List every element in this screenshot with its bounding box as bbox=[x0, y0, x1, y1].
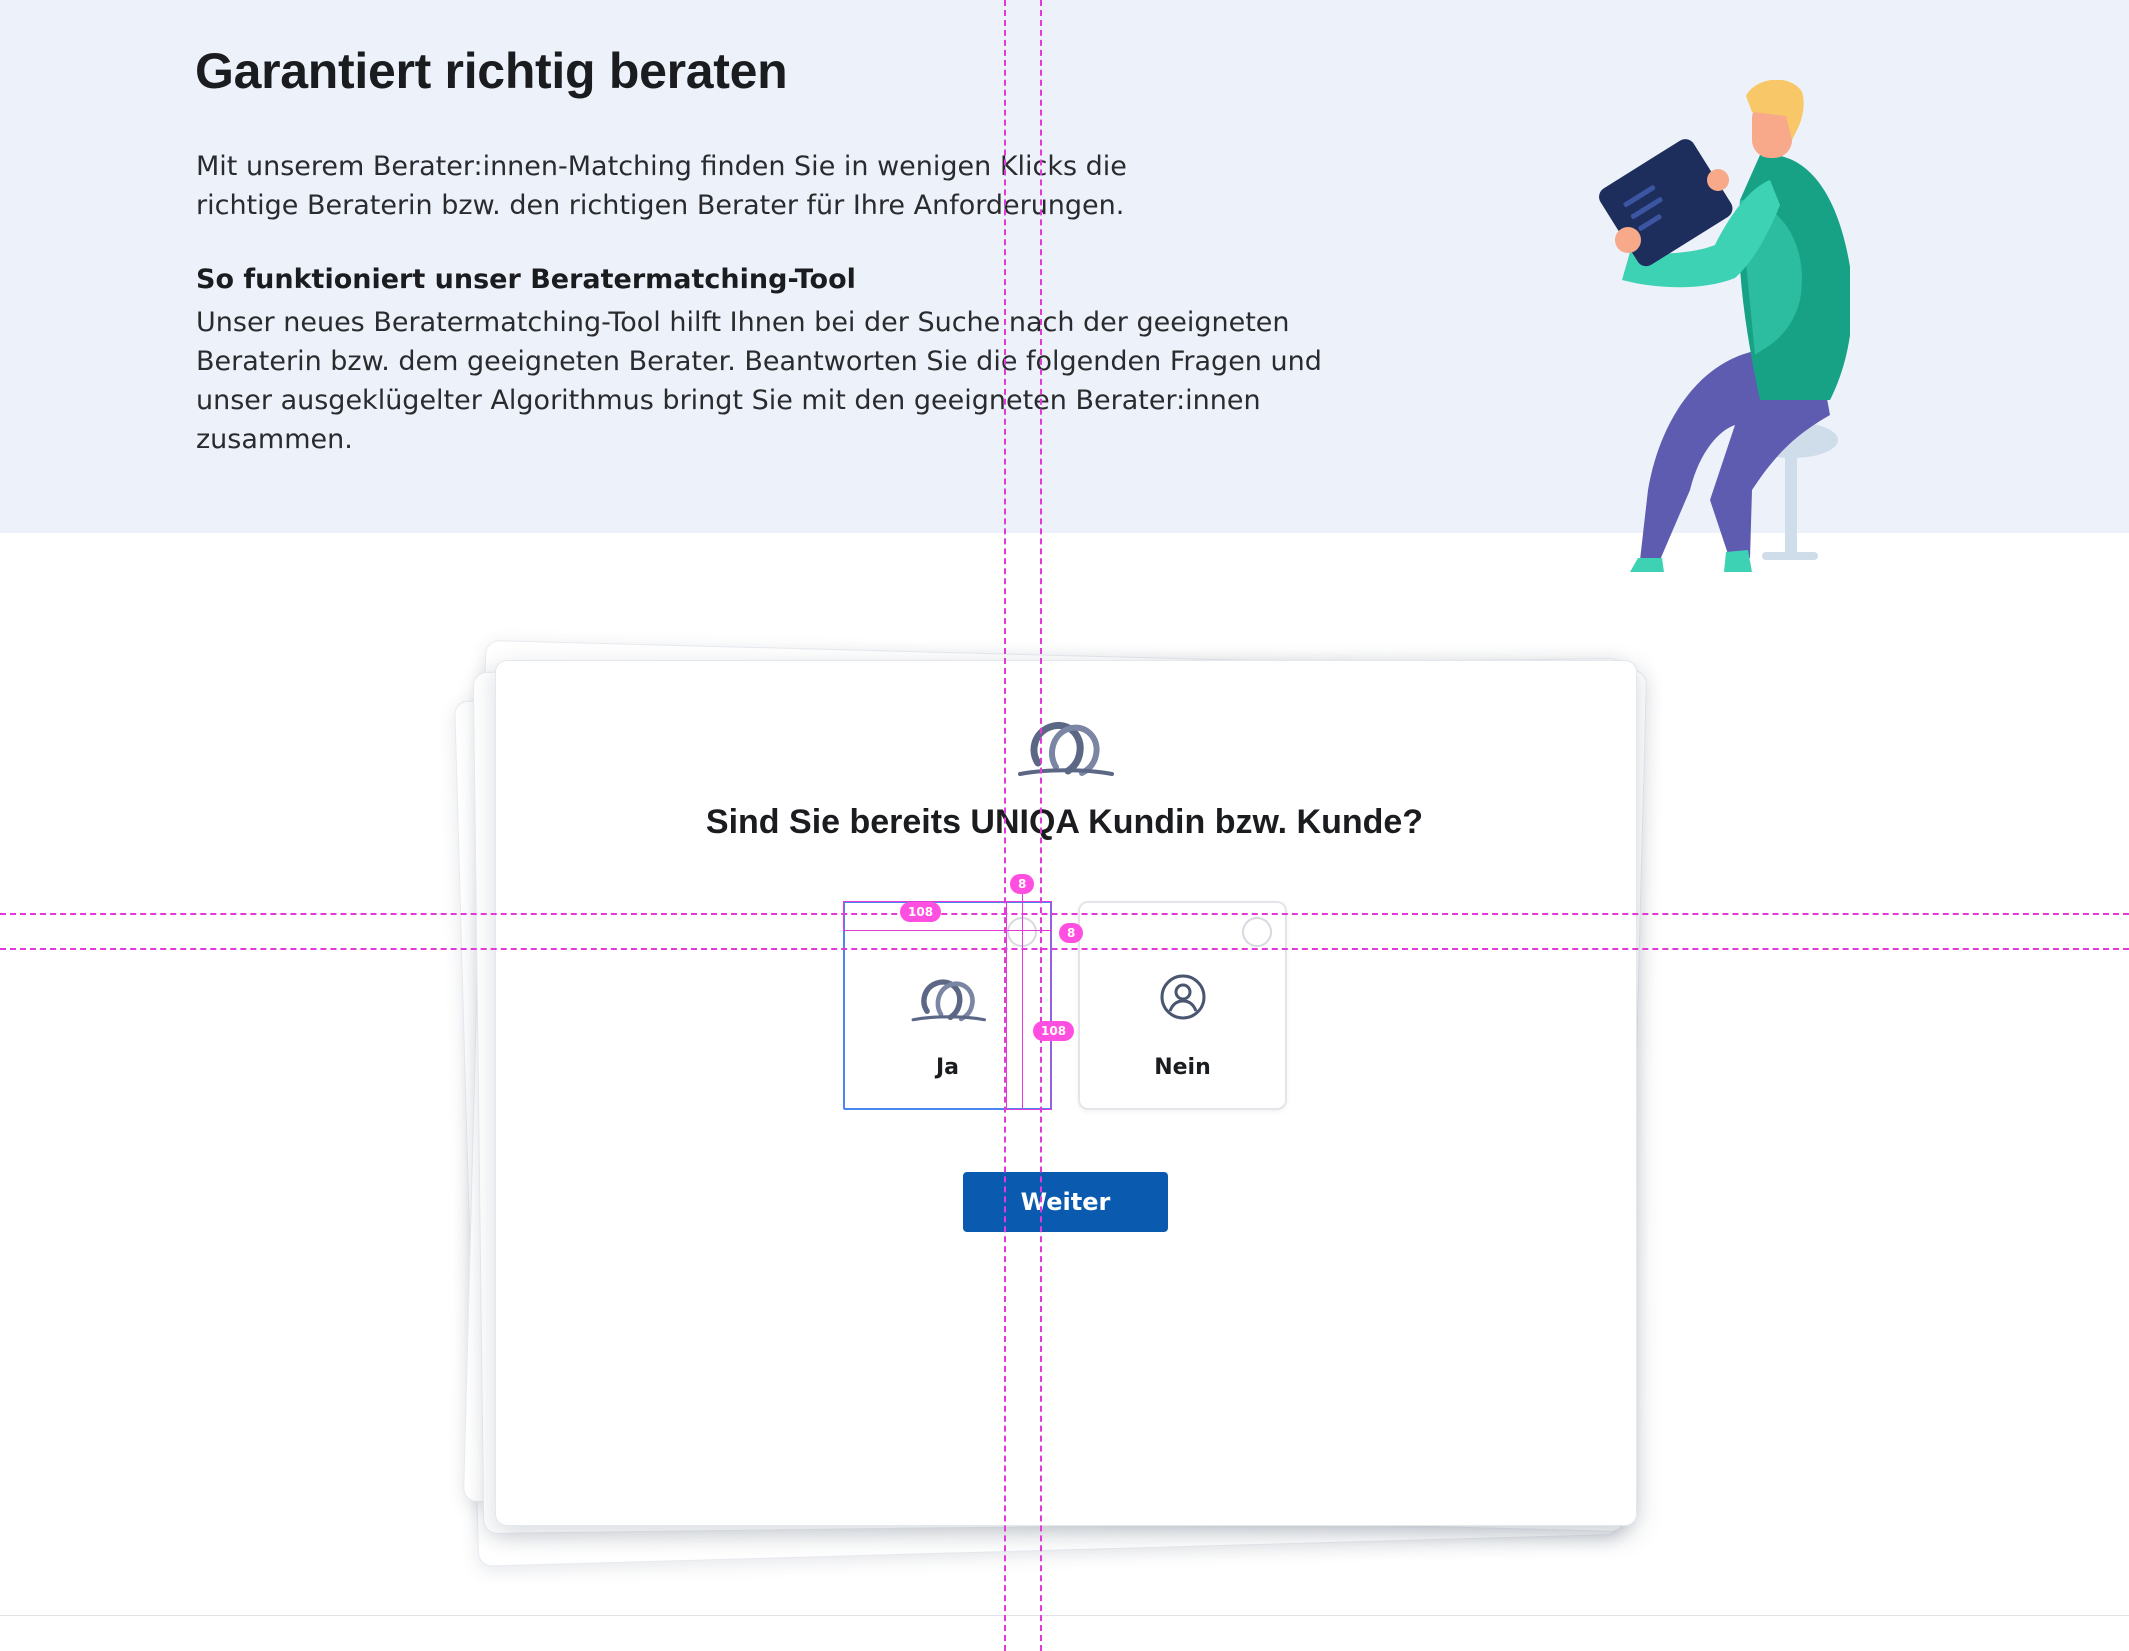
question-card bbox=[495, 660, 1637, 1526]
spec-measure-label: 108 bbox=[1033, 1021, 1075, 1041]
user-icon bbox=[1160, 974, 1205, 1020]
spec-measure-line bbox=[1022, 890, 1023, 1110]
uniqa-logo-icon bbox=[911, 979, 986, 1022]
option-nein[interactable]: Nein bbox=[1078, 901, 1287, 1110]
hero-intro-text: Mit unserem Berater:innen-Matching finde… bbox=[196, 151, 1127, 221]
hero-body-text: Unser neues Beratermatching-Tool hilft I… bbox=[196, 307, 1322, 455]
spec-measure-box bbox=[1006, 901, 1052, 1110]
question-heading: Sind Sie bereits UNIQA Kundin bzw. Kunde… bbox=[705, 803, 1424, 841]
spec-guide-vertical bbox=[1040, 0, 1042, 1651]
person-reading-illustration bbox=[1599, 80, 1850, 572]
spec-guide-vertical bbox=[1004, 0, 1006, 1651]
spec-guide-horizontal bbox=[0, 948, 2129, 950]
footer-divider bbox=[0, 1615, 2129, 1616]
page-title: Garantiert richtig beraten bbox=[195, 43, 788, 99]
spec-measure-label: 108 bbox=[900, 902, 942, 922]
uniqa-logo-icon bbox=[1018, 722, 1114, 776]
option-label-nein: Nein bbox=[1154, 1055, 1211, 1080]
spec-measure-label: 8 bbox=[1010, 874, 1035, 894]
radio-button-nein[interactable] bbox=[1242, 917, 1272, 947]
hero-subtitle: So funktioniert unser Beratermatching-To… bbox=[196, 264, 856, 295]
spec-measure-label: 8 bbox=[1059, 923, 1084, 943]
weiter-button[interactable]: Weiter bbox=[963, 1172, 1168, 1232]
spec-guide-horizontal bbox=[0, 913, 2129, 915]
